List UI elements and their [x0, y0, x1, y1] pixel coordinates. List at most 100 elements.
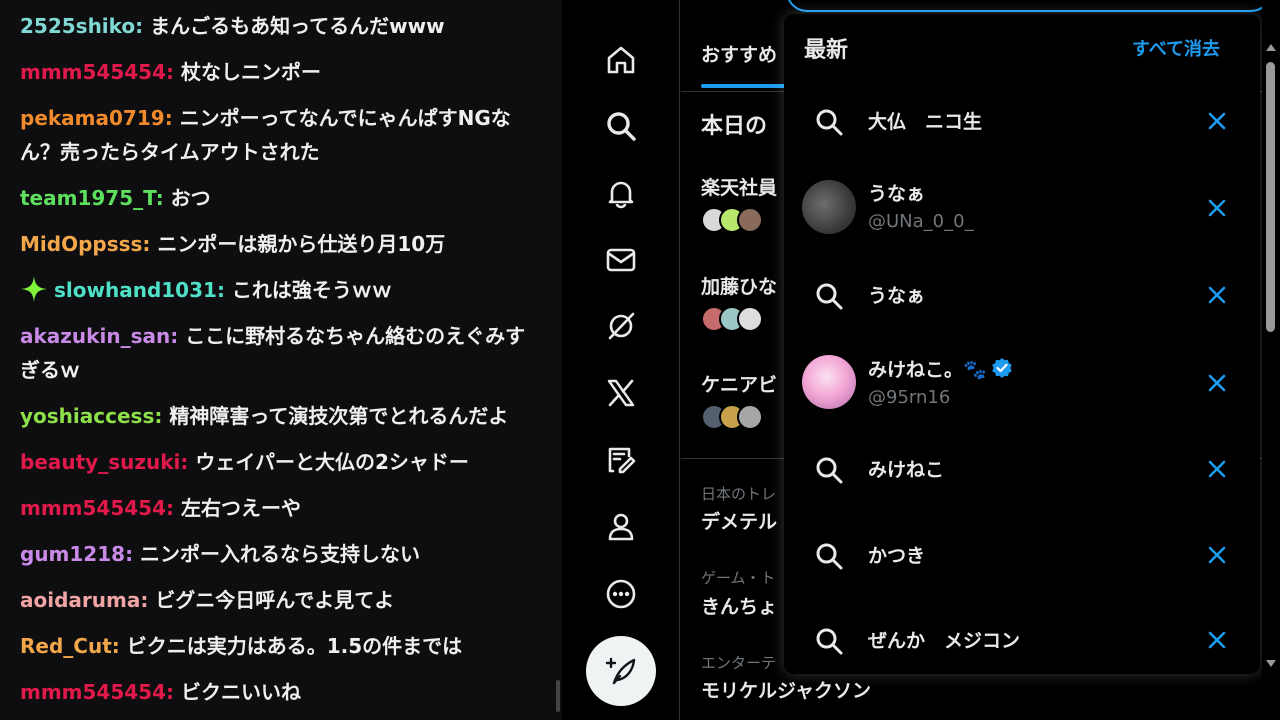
recent-search-text: かつき	[868, 545, 926, 567]
trend-category: ゲーム・ト	[701, 569, 776, 587]
recent-user-item[interactable]: うなぁ @UNa_0_0_	[784, 174, 1260, 238]
chat-username[interactable]: aoidaruma	[20, 588, 140, 612]
recent-search-item[interactable]: ぜんか メジコン	[784, 613, 1260, 665]
close-icon[interactable]	[1204, 456, 1230, 482]
chat-username[interactable]: mmm545454	[20, 680, 166, 704]
chat-separator: :	[166, 496, 181, 520]
chat-username[interactable]: team1975_T	[20, 186, 156, 210]
chat-text: これは強そうｗｗ	[231, 278, 392, 302]
compose-button[interactable]	[586, 636, 656, 706]
chat-text: ニンポーは親から仕送り月10万	[157, 232, 446, 256]
chat-username[interactable]: Red_Cut	[20, 634, 112, 658]
chat-separator: :	[140, 588, 156, 612]
chat-message: pekama0719: ニンポーってなんでにゃんぱすNGなん？売ったらタイムアウ…	[20, 101, 540, 169]
chat-text: 杖なしニンポー	[180, 60, 321, 84]
x-premium-icon[interactable]	[602, 374, 640, 412]
chat-separator: :	[166, 680, 181, 704]
chat-text: ビクニは実力はある。1.5の件までは	[126, 634, 463, 658]
search-icon	[816, 543, 843, 570]
user-handle: @95rn16	[868, 387, 951, 408]
chat-username[interactable]: pekama0719	[20, 106, 165, 130]
recent-search-item[interactable]: みけねこ	[784, 442, 1260, 494]
user-name: うなぁ	[868, 183, 926, 205]
chat-username[interactable]: 2525shiko	[20, 14, 135, 38]
screen: 2525shiko: まんごるもあ知ってるんだwww mmm545454: 杖な…	[0, 0, 1280, 720]
news-item-title[interactable]: 加藤ひな	[701, 272, 777, 299]
page-scrollbar[interactable]	[1262, 0, 1280, 720]
chat-username[interactable]: akazukin_san	[20, 324, 170, 348]
compose-icon	[605, 657, 636, 685]
section-title: 本日の	[701, 114, 768, 139]
close-icon[interactable]	[1204, 370, 1230, 396]
close-icon[interactable]	[1204, 282, 1230, 308]
trend-name[interactable]: デメテル	[701, 507, 777, 534]
chat-separator: :	[180, 450, 196, 474]
chat-username[interactable]: mmm545454	[20, 60, 166, 84]
chat-separator: :	[170, 324, 186, 348]
notifications-icon[interactable]	[602, 174, 640, 212]
trend-name[interactable]: きんちょ	[701, 592, 777, 619]
scrollbar-thumb[interactable]	[1266, 62, 1275, 332]
chat-text: 精神障害って演技次第でとれるんだよ	[169, 404, 509, 428]
chat-separator: :	[142, 232, 158, 256]
close-icon[interactable]	[1204, 627, 1230, 653]
search-icon	[816, 628, 843, 655]
messages-icon[interactable]	[602, 241, 640, 279]
scroll-down-arrow-icon[interactable]	[1266, 660, 1276, 667]
clear-all-button[interactable]: すべて消去	[1132, 35, 1220, 61]
recent-user-item[interactable]: みけねこ。🐾 @95rn16	[784, 350, 1260, 414]
avatar	[737, 207, 763, 233]
recent-search-item[interactable]: かつき	[784, 528, 1260, 580]
chat-username[interactable]: MidOppsss	[20, 232, 142, 256]
avatar	[802, 355, 856, 409]
chat-separator: :	[111, 634, 127, 658]
chat-username[interactable]: slowhand1031	[54, 278, 217, 302]
search-input[interactable]	[786, 0, 1272, 12]
chat-username[interactable]: yoshiaccess	[20, 404, 154, 428]
chat-separator: :	[125, 542, 141, 566]
close-icon[interactable]	[1204, 108, 1230, 134]
close-icon[interactable]	[1204, 195, 1230, 221]
chat-message: slowhand1031: これは強そうｗｗ	[20, 273, 540, 307]
chat-message: team1975_T: おつ	[20, 181, 540, 215]
chat-message: gum1218: ニンポー入れるなら支持しない	[20, 537, 540, 571]
chat-text: ニンポー入れるなら支持しない	[140, 542, 421, 566]
chat-panel: 2525shiko: まんごるもあ知ってるんだwww mmm545454: 杖な…	[0, 0, 562, 720]
tab-for-you[interactable]: おすすめ	[701, 40, 777, 67]
close-icon[interactable]	[1204, 542, 1230, 568]
avatar-stack	[701, 404, 763, 434]
trend-name[interactable]: モリケルジャクソン	[701, 676, 871, 703]
news-item-title[interactable]: ケニアビ	[701, 370, 777, 397]
grok-icon[interactable]	[602, 307, 640, 345]
more-icon[interactable]	[602, 575, 640, 613]
chat-text: ビグニ今日呼んでよ見てよ	[155, 588, 395, 612]
chat-username[interactable]: gum1218	[20, 542, 125, 566]
chat-scrollbar[interactable]	[556, 680, 560, 712]
chat-separator: :	[216, 278, 232, 302]
chat-username[interactable]: beauty_suzuki	[20, 450, 180, 474]
recent-search-item[interactable]: 大仏 ニコ生	[784, 94, 1260, 146]
chat-separator: :	[155, 186, 171, 210]
avatar	[802, 180, 856, 234]
verified-badge-icon	[991, 358, 1012, 378]
chat-username[interactable]: mmm545454	[20, 496, 166, 520]
user-name: みけねこ。🐾	[868, 355, 1013, 382]
recent-search-text: ぜんか メジコン	[868, 630, 1021, 652]
search-icon[interactable]	[602, 107, 640, 145]
chat-message: 2525shiko: まんごるもあ知ってるんだwww	[20, 9, 540, 43]
chat-separator: :	[154, 404, 170, 428]
home-icon[interactable]	[602, 41, 640, 79]
chat-text: ビクニいいね	[180, 680, 301, 704]
chat-message: mmm545454: 杖なしニンポー	[20, 55, 540, 89]
avatar-stack	[701, 207, 763, 237]
lists-icon[interactable]	[602, 441, 640, 479]
news-item-title[interactable]: 楽天社員	[701, 173, 777, 200]
scroll-up-arrow-icon[interactable]	[1266, 44, 1276, 51]
profile-icon[interactable]	[602, 508, 640, 546]
chat-separator: :	[135, 14, 151, 38]
recent-searches-dropdown: 最新 すべて消去 大仏 ニコ生 うなぁ @UNa_0_0_ うなぁ みけねこ。🐾…	[784, 14, 1260, 674]
chat-message: yoshiaccess: 精神障害って演技次第でとれるんだよ	[20, 399, 540, 433]
recent-search-item[interactable]: うなぁ	[784, 268, 1260, 320]
user-handle: @UNa_0_0_	[868, 211, 974, 232]
search-icon	[816, 283, 843, 310]
